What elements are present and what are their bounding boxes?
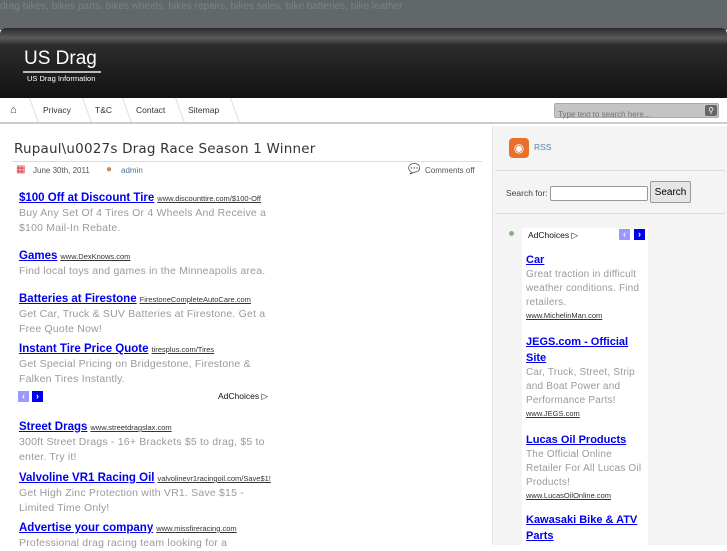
ad-title[interactable]: Advertise your company [19, 522, 153, 534]
ad-desc: Car, Truck, Street, Strip and Boat Power… [526, 367, 635, 406]
adchoices-label[interactable]: AdChoices ▷ [218, 391, 268, 402]
nav-search: ⚲ [554, 103, 719, 121]
ad-item: Kawasaki Bike & ATV Parts [526, 512, 644, 544]
tag-line: drag bikes, bikes parts, bikes wheels, b… [0, 1, 403, 12]
ad-item: Instant Tire Price Quote tiresplus.com/Ti… [19, 339, 279, 387]
adchoices-text: AdChoices [218, 391, 260, 401]
ad-item: Batteries at Firestone FirestoneCompleteA… [19, 289, 279, 337]
ad-title[interactable]: Kawasaki Bike & ATV Parts [526, 512, 644, 544]
ad-title[interactable]: Instant Tire Price Quote [19, 343, 149, 355]
ad-title[interactable]: Lucas Oil Products [526, 432, 644, 448]
ad-desc: The Official Online Retailer For All Luc… [526, 449, 642, 488]
nav-privacy[interactable]: Privacy [43, 98, 71, 122]
nav-divider [168, 98, 185, 122]
user-icon: ● [106, 164, 113, 175]
nav-divider [115, 98, 132, 122]
site-tagline: US Drag Information [27, 74, 96, 83]
site-header: US Drag US Drag Information [0, 28, 727, 99]
ad-url[interactable]: www.DexKnows.com [60, 252, 130, 261]
ad-title[interactable]: Games [19, 250, 57, 262]
search-button[interactable]: Search [650, 181, 691, 203]
post-author[interactable]: admin [121, 166, 143, 175]
prev-arrow-icon[interactable]: ‹ [619, 229, 630, 240]
ad-url[interactable]: www.discounttire.com/$100-Off [157, 194, 261, 203]
home-icon[interactable]: ⌂ [10, 98, 17, 122]
ad-desc: Find local toys and games in the Minneap… [19, 265, 266, 277]
ad-url[interactable]: www.missfireracing.com [156, 524, 236, 533]
ad-desc: Buy Any Set Of 4 Tires Or 4 Wheels And R… [19, 207, 267, 234]
ad-url[interactable]: www.streetdragslax.com [90, 423, 171, 432]
ad-desc: 300ft Street Drags - 16+ Brackets $5 to … [19, 436, 265, 463]
comments-icon: 💬 [408, 164, 421, 175]
ad-title[interactable]: JEGS.com - Official Site [526, 334, 644, 366]
calendar-icon: ▦ [16, 164, 26, 175]
main-nav: ⌂ Privacy T&C Contact Sitemap ⚲ [0, 98, 727, 124]
adchoices-label[interactable]: AdChoices ▷ [528, 230, 578, 241]
adchoices-text: AdChoices [528, 230, 570, 240]
top-bar: drag bikes, bikes parts, bikes wheels, b… [0, 0, 727, 30]
post-date: June 30th, 2011 [33, 166, 90, 175]
search-label: Search for: [506, 188, 548, 198]
ad-url[interactable]: valvolinevr1racingoil.com/Save$1! [158, 474, 271, 483]
ad-desc: Get Car, Truck & SUV Batteries at Firest… [19, 308, 266, 335]
ad-item: Games www.DexKnows.com Find local toys and… [19, 246, 279, 279]
ad-item: Lucas Oil Products The Official Online Re… [526, 432, 644, 502]
ad-url[interactable]: tiresplus.com/Tires [152, 345, 215, 354]
nav-sitemap[interactable]: Sitemap [188, 98, 219, 122]
divider [12, 161, 482, 162]
ad-title[interactable]: Car [526, 252, 644, 268]
site-title[interactable]: US Drag [24, 48, 97, 70]
nav-divider [75, 98, 92, 122]
divider [495, 213, 725, 214]
prev-arrow-icon[interactable]: ‹ [18, 391, 29, 402]
ad-item: Car Great traction in difficult weather c… [526, 252, 644, 322]
rss-link[interactable]: RSS [534, 142, 551, 152]
nav-divider [22, 98, 39, 122]
nav-divider [223, 98, 240, 122]
ad-url[interactable]: www.JEGS.com [526, 408, 644, 420]
next-arrow-icon[interactable]: › [32, 391, 43, 402]
ad-title[interactable]: Batteries at Firestone [19, 293, 137, 305]
ad-item: Street Drags www.streetdragslax.com 300ft … [19, 417, 279, 465]
ad-item: Valvoline VR1 Racing Oil valvolinevr1raci… [19, 468, 279, 516]
ad-item: Advertise your company www.missfireracing… [19, 518, 279, 551]
next-arrow-icon[interactable]: › [634, 229, 645, 240]
ad-desc: Great traction in difficult weather cond… [526, 269, 640, 308]
ad-item: JEGS.com - Official Site Car, Truck, Stre… [526, 334, 644, 420]
rss-icon[interactable]: ◉ [509, 138, 529, 158]
post-comments: Comments off [425, 166, 475, 175]
ad-desc: Professional drag racing team looking fo… [19, 537, 228, 549]
nav-search-input[interactable] [555, 108, 695, 121]
ad-item: $100 Off at Discount Tire www.discounttir… [19, 188, 279, 236]
divider [495, 170, 725, 171]
ad-desc: Get High Zinc Protection with VR1. Save … [19, 487, 244, 514]
nav-contact[interactable]: Contact [136, 98, 165, 122]
ad-title[interactable]: Valvoline VR1 Racing Oil [19, 472, 155, 484]
nav-tc[interactable]: T&C [95, 98, 112, 122]
ad-title[interactable]: Street Drags [19, 421, 87, 433]
ad-url[interactable]: www.MichelinMan.com [526, 310, 644, 322]
ad-url[interactable]: www.LucasOilOnline.com [526, 490, 644, 502]
search-icon[interactable]: ⚲ [705, 105, 717, 116]
sidebar-search-input[interactable] [550, 186, 648, 201]
ad-url[interactable]: FirestoneCompleteAutoCare.com [140, 295, 251, 304]
bullet-icon [509, 231, 514, 236]
title-underline [23, 71, 101, 73]
ad-desc: Get Special Pricing on Bridgestone, Fire… [19, 358, 251, 385]
ad-title[interactable]: $100 Off at Discount Tire [19, 192, 154, 204]
post-title[interactable]: Rupaul\u0027s Drag Race Season 1 Winner [14, 141, 315, 157]
